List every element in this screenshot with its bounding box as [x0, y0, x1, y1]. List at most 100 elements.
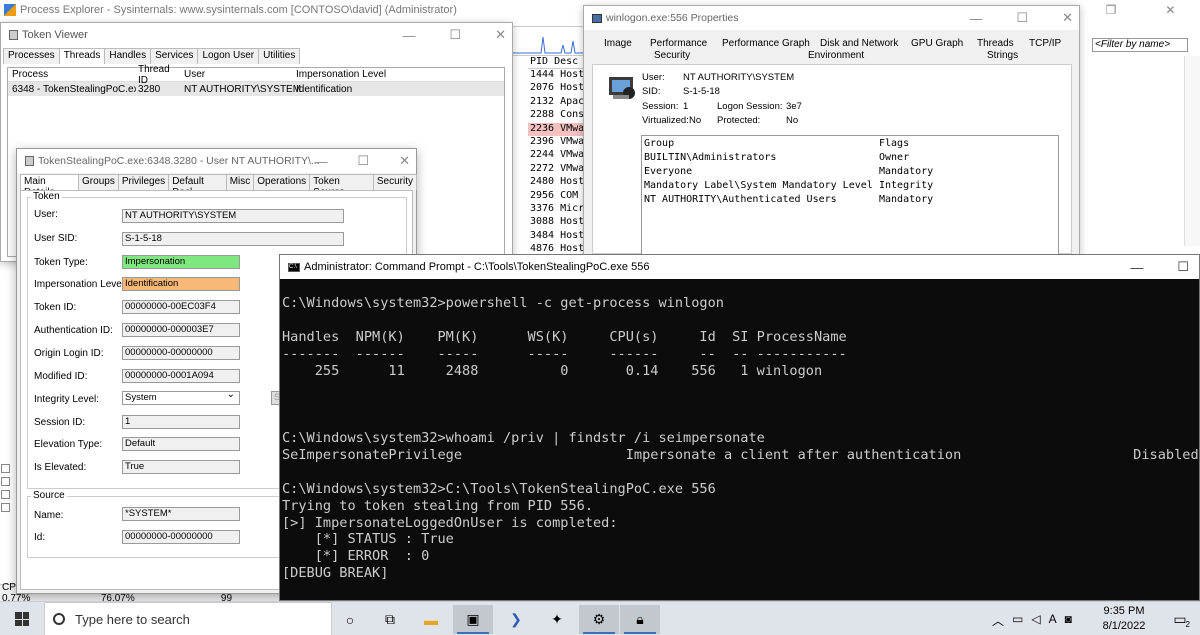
group-column-header[interactable]: Group	[642, 138, 879, 149]
session-id-field[interactable]: 1	[122, 415, 240, 429]
modified-id-field[interactable]: 00000000-0001A094	[122, 369, 240, 383]
tab-security[interactable]: Security	[654, 50, 690, 62]
minimize-icon[interactable]: —	[969, 11, 982, 26]
cmd-taskbar-icon[interactable]: ▣	[453, 605, 493, 634]
user-column-header[interactable]: User	[182, 69, 294, 80]
minimize-icon[interactable]: —	[402, 28, 415, 43]
tab-logon-user[interactable]: Logon User	[197, 48, 260, 64]
tab-operations[interactable]: Operations	[253, 174, 311, 190]
tab-main-details[interactable]: Main Details	[20, 174, 80, 198]
pid-row[interactable]: 3376 Micro	[528, 203, 588, 216]
close-icon[interactable]: ✕	[399, 153, 410, 169]
groups-list[interactable]: Group Flags BUILTIN\Administrators Owner E…	[641, 135, 1059, 255]
cortana-icon[interactable]: ○	[330, 605, 370, 634]
close-icon[interactable]: ✕	[1062, 10, 1073, 26]
tab-performance[interactable]: Performance	[650, 38, 707, 50]
tab-handles[interactable]: Handles	[104, 48, 152, 64]
maximize-icon[interactable]: ☐	[449, 27, 461, 43]
start-button[interactable]	[0, 602, 44, 635]
tab-environment[interactable]: Environment	[808, 50, 864, 62]
tab-services[interactable]: Services	[150, 48, 199, 64]
group-row[interactable]: BUILTIN\Administrators Owner	[642, 150, 1058, 164]
maximize-icon[interactable]: ☐	[357, 153, 369, 169]
integrity-select[interactable]: System	[122, 391, 240, 405]
tab-strings[interactable]: Strings	[987, 50, 1018, 62]
token-viewer-taskbar-icon[interactable]: 🔒︎	[620, 605, 660, 634]
expander-icon[interactable]	[1, 477, 10, 486]
minimize-icon[interactable]: —	[1130, 260, 1143, 275]
tab-security[interactable]: Security	[372, 174, 417, 190]
cmd-console-output[interactable]: C:\Windows\system32>powershell -c get-pr…	[282, 295, 1199, 582]
group-row[interactable]: NT AUTHORITY\Authenticated Users Mandator…	[642, 192, 1058, 206]
expander-icon[interactable]	[1, 490, 10, 499]
pid-row[interactable]: 2396 VMwar	[528, 136, 588, 149]
process-column-header[interactable]: Process	[8, 69, 136, 80]
origin-id-field[interactable]: 00000000-00000000	[122, 346, 240, 360]
tab-utilities[interactable]: Utilities	[258, 48, 301, 64]
user-field[interactable]: NT AUTHORITY\SYSTEM	[122, 209, 344, 223]
filter-input[interactable]: <Filter by name>	[1092, 38, 1188, 52]
input-icon[interactable]: ◙	[1065, 612, 1072, 629]
tab-disk-network[interactable]: Disk and Network	[820, 38, 898, 50]
pid-row[interactable]: 3088 Host	[528, 216, 588, 229]
pid-row[interactable]: 2288 Conso	[528, 109, 588, 122]
chevron-up-icon[interactable]: ︿	[992, 612, 1004, 629]
clock[interactable]: 9:35 PM 8/1/2022	[1094, 604, 1154, 634]
pid-row[interactable]: 2480 Host	[528, 176, 588, 189]
pid-row[interactable]: 2236 VMwar	[528, 122, 588, 136]
tab-gpu-graph[interactable]: GPU Graph	[911, 38, 963, 50]
source-id-field[interactable]: 00000000-00000000	[122, 530, 240, 544]
auth-id-field[interactable]: 00000000-000003E7	[122, 323, 240, 337]
tab-processes[interactable]: Processes	[3, 48, 60, 64]
close-icon[interactable]: ✕	[1165, 3, 1175, 17]
file-explorer-icon[interactable]: ▬	[411, 605, 451, 634]
group-row[interactable]: Mandatory Label\System Mandatory Level In…	[642, 178, 1058, 192]
maximize-icon[interactable]: ☐	[1177, 259, 1189, 275]
task-view-icon[interactable]: ⧉	[370, 605, 410, 634]
debugger-icon[interactable]: ✦	[537, 605, 577, 634]
pid-header[interactable]: PID Desc	[528, 56, 588, 69]
tab-threads[interactable]: Threads	[58, 48, 106, 64]
minimize-icon[interactable]: —	[314, 154, 327, 169]
process-explorer-taskbar-icon[interactable]: ⚙	[579, 605, 619, 634]
group-row[interactable]: Everyone Mandatory	[642, 164, 1058, 178]
pe-scrollbar[interactable]	[1184, 56, 1200, 246]
tab-tcpip[interactable]: TCP/IP	[1029, 38, 1061, 50]
user-sid-field[interactable]: S-1-5-18	[122, 232, 344, 246]
pid-row[interactable]: 2244 VMwar	[528, 149, 588, 162]
powershell-icon[interactable]: ❯	[496, 605, 536, 634]
pid-row[interactable]: 2076 Host	[528, 82, 588, 95]
tab-threads[interactable]: Threads	[977, 38, 1014, 50]
maximize-icon[interactable]: ☐	[1016, 10, 1028, 26]
tab-misc[interactable]: Misc	[225, 174, 255, 190]
pid-row[interactable]: 1444 Host	[528, 69, 588, 82]
impersonation-level-field[interactable]: Identification	[122, 277, 240, 291]
taskbar-search[interactable]: Type here to search	[44, 602, 332, 635]
pid-row[interactable]: 3484 Host	[528, 230, 588, 243]
tab-default-dacl[interactable]: Default Dacl	[168, 174, 227, 198]
tab-image[interactable]: Image	[604, 38, 632, 50]
restore-icon[interactable]: ❐	[1106, 3, 1117, 17]
table-row[interactable]: 6348 - TokenStealingPoC.exe 3280 NT AUTH…	[8, 82, 504, 96]
notification-icon[interactable]: 2 ▭	[1168, 607, 1192, 631]
pid-row[interactable]: 2132 Apach	[528, 96, 588, 109]
network-icon[interactable]: ▭	[1012, 612, 1023, 629]
flags-column-header[interactable]: Flags	[879, 138, 1049, 149]
tab-groups[interactable]: Groups	[78, 174, 119, 190]
elevation-type-field[interactable]: Default	[122, 437, 240, 451]
tab-token-source[interactable]: Token Source	[309, 174, 374, 198]
pid-row[interactable]: 2956 COM S	[528, 190, 588, 203]
token-type-field[interactable]: Impersonation	[122, 255, 240, 269]
expander-icon[interactable]	[1, 503, 10, 512]
pid-row[interactable]: 2272 VMwar	[528, 163, 588, 176]
tab-privileges[interactable]: Privileges	[117, 174, 170, 190]
impersonation-column-header[interactable]: Impersonation Level	[294, 69, 434, 80]
ime-indicator[interactable]: A	[1049, 612, 1057, 629]
thread-id-column-header[interactable]: Thread ID	[136, 64, 182, 86]
is-elevated-field[interactable]: True	[122, 460, 240, 474]
close-icon[interactable]: ✕	[495, 27, 506, 43]
tab-performance-graph[interactable]: Performance Graph	[722, 38, 810, 50]
source-name-field[interactable]: *SYSTEM*	[122, 507, 240, 521]
token-id-field[interactable]: 00000000-00EC03F4	[122, 300, 240, 314]
expander-icon[interactable]	[1, 464, 10, 473]
